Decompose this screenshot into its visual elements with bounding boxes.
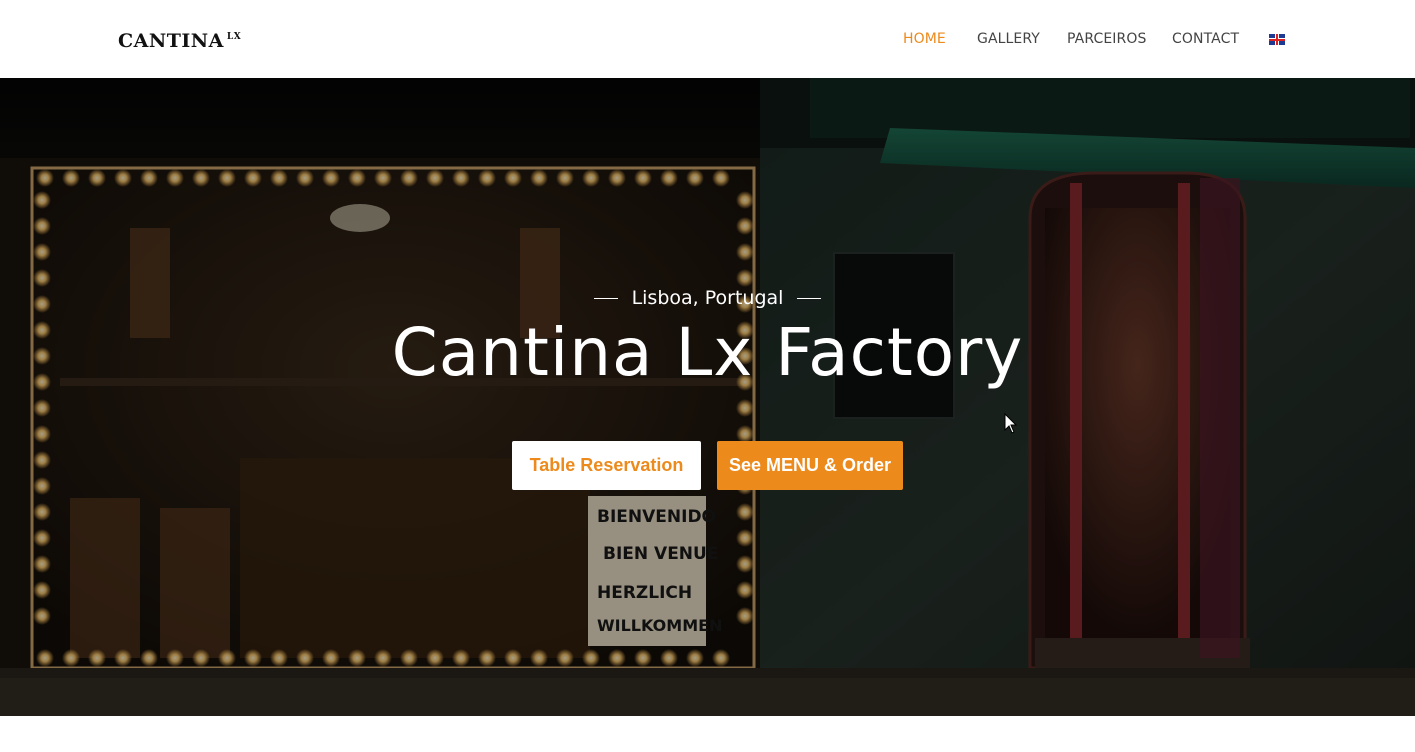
table-reservation-button[interactable]: Table Reservation bbox=[512, 441, 701, 490]
uk-flag-icon[interactable] bbox=[1269, 34, 1285, 45]
mouse-cursor-icon bbox=[1004, 413, 1018, 434]
hero-subtitle-text: Lisboa, Portugal bbox=[631, 287, 784, 309]
see-menu-order-button[interactable]: See MENU & Order bbox=[717, 441, 903, 490]
logo-superscript: LX bbox=[226, 32, 242, 42]
hero-subtitle: Lisboa, Portugal bbox=[0, 287, 1415, 309]
nav-parceiros[interactable]: PARCEIROS bbox=[1067, 31, 1146, 47]
nav-gallery[interactable]: GALLERY bbox=[977, 31, 1040, 47]
subtitle-line-left bbox=[593, 298, 618, 299]
subtitle-line-right bbox=[797, 298, 822, 299]
hero-overlay bbox=[0, 78, 1415, 716]
site-logo[interactable]: CANTINA LX bbox=[118, 30, 241, 52]
logo-text: CANTINA bbox=[118, 30, 224, 52]
nav-contact[interactable]: CONTACT bbox=[1172, 31, 1239, 47]
hero-title: Cantina Lx Factory bbox=[391, 314, 1024, 391]
hero-section: BIENVENIDO BIEN VENUE HERZLICH WILLKOMME… bbox=[0, 78, 1415, 716]
site-header: CANTINA LX HOME GALLERY PARCEIROS CONTACT bbox=[0, 0, 1415, 78]
nav-home[interactable]: HOME bbox=[903, 31, 946, 47]
